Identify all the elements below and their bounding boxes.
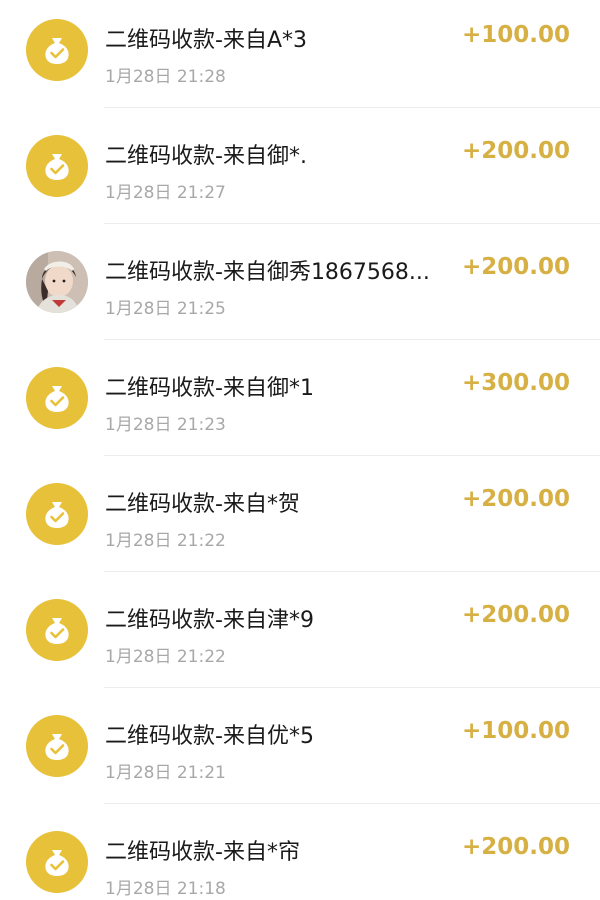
money-bag-icon xyxy=(26,599,88,661)
transaction-time: 1月28日 21:25 xyxy=(105,299,226,319)
transaction-row[interactable]: 二维码收款-来自优*5 1月28日 21:21 +100.00 xyxy=(0,688,600,804)
transaction-row[interactable]: 二维码收款-来自*帘 1月28日 21:18 +200.00 xyxy=(0,804,600,900)
transaction-time: 1月28日 21:27 xyxy=(105,183,226,203)
money-bag-icon xyxy=(26,367,88,429)
transaction-title: 二维码收款-来自御*. xyxy=(105,144,307,169)
transaction-title: 二维码收款-来自*贺 xyxy=(105,492,300,517)
transaction-time: 1月28日 21:22 xyxy=(105,647,226,667)
transaction-amount: +200.00 xyxy=(461,486,570,512)
transaction-row[interactable]: 二维码收款-来自A*3 1月28日 21:28 +100.00 xyxy=(0,0,600,108)
transaction-title: 二维码收款-来自A*3 xyxy=(105,28,307,53)
transaction-time: 1月28日 21:23 xyxy=(105,415,226,435)
transaction-list: 二维码收款-来自A*3 1月28日 21:28 +100.00 二维码收款-来自… xyxy=(0,0,600,900)
money-bag-icon xyxy=(26,715,88,777)
user-photo-avatar xyxy=(26,251,88,313)
transaction-title: 二维码收款-来自御秀1867568... xyxy=(105,260,430,285)
transaction-title: 二维码收款-来自津*9 xyxy=(105,608,314,633)
transaction-amount: +200.00 xyxy=(461,138,570,164)
transaction-time: 1月28日 21:21 xyxy=(105,763,226,783)
money-bag-icon xyxy=(26,19,88,81)
transaction-amount: +200.00 xyxy=(461,602,570,628)
transaction-title: 二维码收款-来自*帘 xyxy=(105,840,300,865)
transaction-row[interactable]: 二维码收款-来自*贺 1月28日 21:22 +200.00 xyxy=(0,456,600,572)
money-bag-icon xyxy=(26,135,88,197)
transaction-row[interactable]: 二维码收款-来自御*1 1月28日 21:23 +300.00 xyxy=(0,340,600,456)
money-bag-icon xyxy=(26,483,88,545)
transaction-amount: +100.00 xyxy=(461,22,570,48)
transaction-row[interactable]: 二维码收款-来自津*9 1月28日 21:22 +200.00 xyxy=(0,572,600,688)
transaction-time: 1月28日 21:18 xyxy=(105,879,226,899)
transaction-amount: +300.00 xyxy=(461,370,570,396)
transaction-amount: +100.00 xyxy=(461,718,570,744)
transaction-title: 二维码收款-来自优*5 xyxy=(105,724,314,749)
transaction-amount: +200.00 xyxy=(461,254,570,280)
transaction-amount: +200.00 xyxy=(461,834,570,860)
money-bag-icon xyxy=(26,831,88,893)
transaction-row[interactable]: 二维码收款-来自御秀1867568... 1月28日 21:25 +200.00 xyxy=(0,224,600,340)
transaction-row[interactable]: 二维码收款-来自御*. 1月28日 21:27 +200.00 xyxy=(0,108,600,224)
transaction-title: 二维码收款-来自御*1 xyxy=(105,376,314,401)
transaction-time: 1月28日 21:22 xyxy=(105,531,226,551)
transaction-time: 1月28日 21:28 xyxy=(105,67,226,87)
